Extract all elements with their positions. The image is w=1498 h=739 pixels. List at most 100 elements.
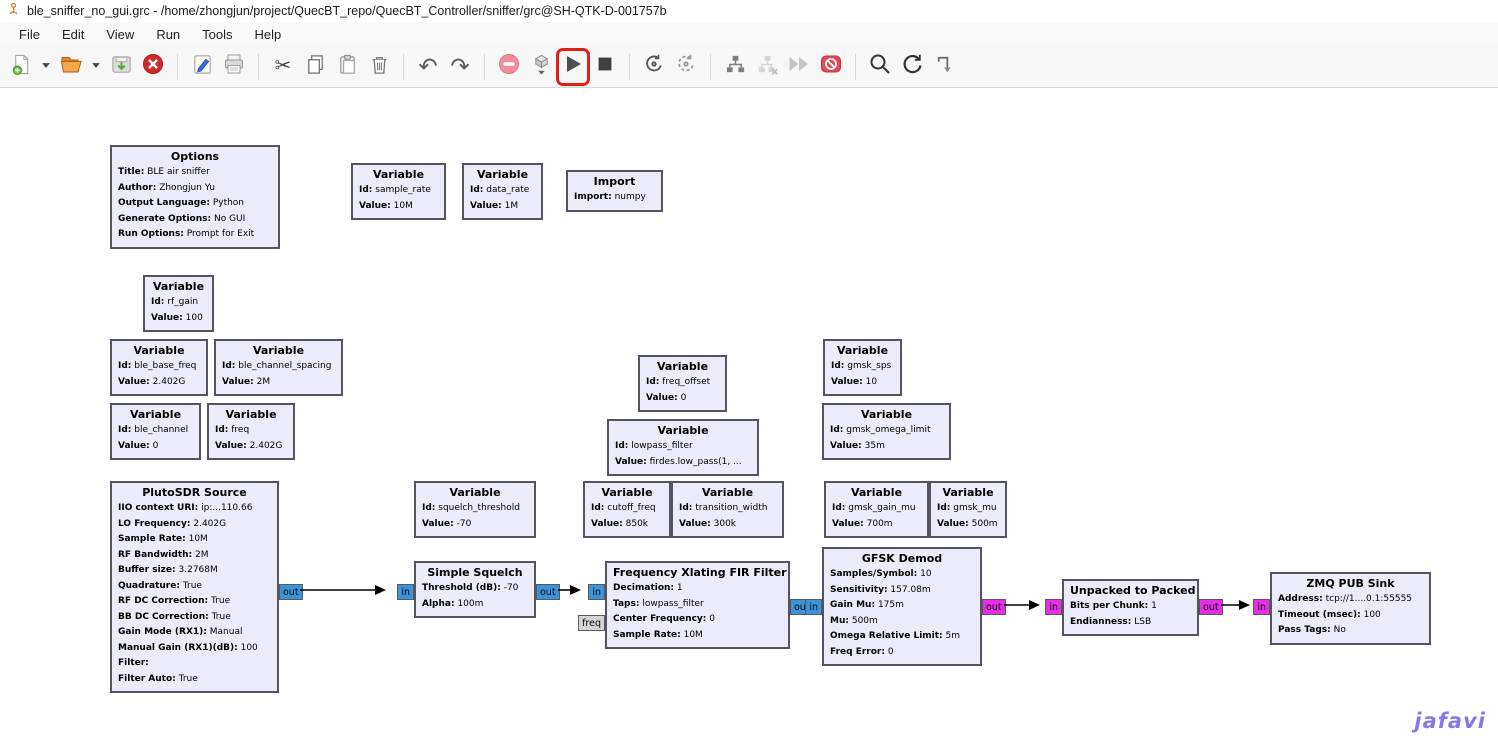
- block-simple_squelch[interactable]: Simple SquelchThreshold (dB): -70Alpha: …: [414, 561, 536, 618]
- param-label: Id:: [937, 503, 950, 513]
- param-value: 157.08m: [890, 585, 930, 595]
- param-value: True: [212, 612, 231, 622]
- param-value: 500m: [852, 616, 878, 626]
- block-param: Gain Mu: 175m: [830, 598, 974, 614]
- block-param: LO Frequency: 2.402G: [118, 517, 271, 533]
- block-variable_ble_base_freq[interactable]: VariableId: ble_base_freqValue: 2.402G: [110, 339, 208, 396]
- param-label: Author:: [118, 183, 156, 193]
- param-value: 2.402G: [250, 441, 283, 451]
- port-in[interactable]: in: [588, 584, 605, 600]
- port-out[interactable]: out: [1199, 599, 1223, 615]
- param-label: Address:: [1278, 594, 1323, 604]
- param-label: Sample Rate:: [613, 630, 681, 640]
- param-label: Value:: [359, 201, 391, 211]
- block-variable_ble_channel_spacing[interactable]: VariableId: ble_channel_spacingValue: 2M: [214, 339, 343, 396]
- param-value: LSB: [1134, 617, 1151, 627]
- param-label: LO Frequency:: [118, 519, 190, 529]
- block-variable_sample_rate[interactable]: VariableId: sample_rateValue: 10M: [351, 163, 446, 220]
- port-in[interactable]: in: [1045, 599, 1062, 615]
- param-value: 850k: [626, 519, 648, 529]
- block-variable_ble_channel[interactable]: VariableId: ble_channelValue: 0: [110, 403, 201, 460]
- block-variable_squelch_threshold[interactable]: VariableId: squelch_thresholdValue: -70: [414, 481, 536, 538]
- block-param: Omega Relative Limit: 5m: [830, 629, 974, 645]
- block-param: Samples/Symbol: 10: [830, 567, 974, 583]
- block-param: Value: 2.402G: [215, 439, 287, 455]
- port-out[interactable]: out: [982, 599, 1006, 615]
- param-label: Id:: [679, 503, 692, 513]
- block-unpacked_to_packed[interactable]: Unpacked to PackedBits per Chunk: 1Endia…: [1062, 579, 1199, 636]
- port-in[interactable]: in: [1253, 599, 1270, 615]
- block-variable_gmsk_mu[interactable]: VariableId: gmsk_muValue: 500m: [929, 481, 1007, 538]
- port-freq[interactable]: freq: [578, 615, 605, 631]
- block-import_numpy[interactable]: ImportImport: numpy: [566, 170, 663, 212]
- block-variable_freq[interactable]: VariableId: freqValue: 2.402G: [207, 403, 295, 460]
- block-title: Options: [118, 149, 272, 165]
- block-variable_rf_gain[interactable]: VariableId: rf_gainValue: 100: [143, 275, 214, 332]
- param-value: Zhongjun Yu: [159, 183, 215, 193]
- block-param: Value: 100: [151, 311, 206, 327]
- block-param: Buffer size: 3.2768M: [118, 563, 271, 579]
- watermark-logo: jafavi: [1414, 709, 1486, 733]
- block-param: Run Options: Prompt for Exit: [118, 227, 272, 243]
- block-variable_transition_width[interactable]: VariableId: transition_widthValue: 300k: [671, 481, 784, 538]
- param-value: 1: [677, 583, 683, 593]
- param-label: Buffer size:: [118, 565, 176, 575]
- param-label: Value:: [831, 377, 863, 387]
- block-param: Mu: 500m: [830, 614, 974, 630]
- block-param: Id: rf_gain: [151, 295, 206, 311]
- block-variable_lowpass_filter[interactable]: VariableId: lowpass_filterValue: firdes.…: [607, 419, 759, 476]
- param-value: 2M: [257, 377, 271, 387]
- block-title: ZMQ PUB Sink: [1278, 576, 1423, 592]
- block-variable_gmsk_gain_mu[interactable]: VariableId: gmsk_gain_muValue: 700m: [824, 481, 929, 538]
- param-label: Value:: [222, 377, 254, 387]
- block-zmq_pub_sink[interactable]: ZMQ PUB SinkAddress: tcp://1....0.1:5555…: [1270, 572, 1431, 645]
- param-value: 10M: [684, 630, 703, 640]
- param-label: Id:: [215, 425, 228, 435]
- block-param: Id: sample_rate: [359, 183, 438, 199]
- block-param: Value: firdes.low_pass(1, ...: [615, 455, 751, 471]
- block-title: Variable: [470, 167, 535, 183]
- param-value: 0: [681, 393, 687, 403]
- block-param: Center Frequency: 0: [613, 612, 782, 628]
- block-param: Taps: lowpass_filter: [613, 597, 782, 613]
- block-freq_xlating_fir_filter[interactable]: Frequency Xlating FIR FilterDecimation: …: [605, 561, 790, 649]
- block-param: Quadrature: True: [118, 579, 271, 595]
- block-param: Output Language: Python: [118, 196, 272, 212]
- block-param: Value: 2M: [222, 375, 335, 391]
- block-variable_gmsk_sps[interactable]: VariableId: gmsk_spsValue: 10: [823, 339, 902, 396]
- port-out[interactable]: out: [536, 584, 560, 600]
- block-plutosdr_source[interactable]: PlutoSDR SourceIIO context URI: ip:...11…: [110, 481, 279, 693]
- block-param: Id: ble_channel: [118, 423, 193, 439]
- block-variable_cutoff_freq[interactable]: VariableId: cutoff_freqValue: 850k: [583, 481, 671, 538]
- block-param: Id: gmsk_sps: [831, 359, 894, 375]
- block-variable_data_rate[interactable]: VariableId: data_rateValue: 1M: [462, 163, 543, 220]
- block-param: Id: freq_offset: [646, 375, 719, 391]
- block-param: Value: 0: [646, 391, 719, 407]
- block-param: Value: 300k: [679, 517, 776, 533]
- flowgraph-canvas[interactable]: OptionsTitle: BLE air snifferAuthor: Zho…: [0, 0, 1498, 739]
- param-label: RF DC Correction:: [118, 596, 208, 606]
- block-param: Generate Options: No GUI: [118, 212, 272, 228]
- param-label: Value:: [615, 457, 647, 467]
- param-value: True: [183, 581, 202, 591]
- block-param: Import: numpy: [574, 190, 655, 206]
- param-label: Omega Relative Limit:: [830, 631, 943, 641]
- block-variable_gmsk_omega_limit[interactable]: VariableId: gmsk_omega_limitValue: 35m: [822, 403, 951, 460]
- param-value: gmsk_mu: [953, 503, 996, 513]
- param-value: No: [1334, 625, 1346, 635]
- port-in[interactable]: in: [397, 584, 414, 600]
- param-label: Id:: [422, 503, 435, 513]
- block-param: Value: 10M: [359, 199, 438, 215]
- port-out[interactable]: out: [279, 584, 303, 600]
- block-param: RF Bandwidth: 2M: [118, 548, 271, 564]
- port-in[interactable]: in: [805, 599, 822, 615]
- block-title: Variable: [832, 485, 921, 501]
- block-param: Value: 35m: [830, 439, 943, 455]
- block-options[interactable]: OptionsTitle: BLE air snifferAuthor: Zho…: [110, 145, 280, 249]
- block-param: Alpha: 100m: [422, 597, 528, 613]
- block-gfsk_demod[interactable]: GFSK DemodSamples/Symbol: 10Sensitivity:…: [822, 547, 982, 666]
- param-label: Sensitivity:: [830, 585, 888, 595]
- block-param: Value: 850k: [591, 517, 663, 533]
- block-param: Value: 0: [118, 439, 193, 455]
- block-variable_freq_offset[interactable]: VariableId: freq_offsetValue: 0: [638, 355, 727, 412]
